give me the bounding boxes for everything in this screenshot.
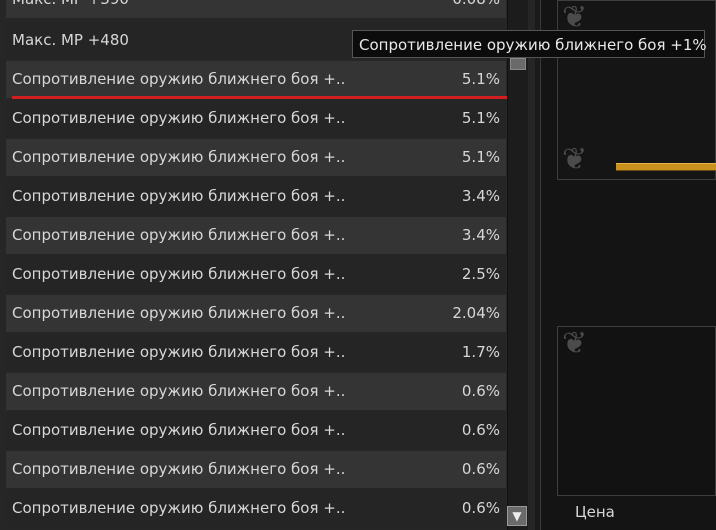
option-list-panel: Макс. MP +390 0.08% Макс. MP +480 Сопрот… [0, 0, 535, 530]
list-item[interactable]: Сопротивление оружию ближнего боя +.. 0.… [6, 490, 506, 527]
option-name: Сопротивление оружию ближнего боя +.. [12, 343, 346, 361]
list-item[interactable]: Сопротивление оружию ближнего боя +.. 3.… [6, 178, 506, 215]
option-chance: 5.1% [461, 148, 500, 166]
option-name: Сопротивление оружию ближнего боя +.. [12, 382, 346, 400]
option-chance: 0.6% [461, 382, 500, 400]
option-chance: 1.7% [461, 343, 500, 361]
list-item[interactable]: Сопротивление оружию ближнего боя +.. 3.… [6, 217, 506, 254]
list-item[interactable]: Сопротивление оружию ближнего боя +.. 0.… [6, 373, 506, 410]
item-slot-frame: ❦ ❦ [557, 0, 716, 180]
tooltip: Сопротивление оружию ближнего боя +1% [352, 30, 707, 58]
list-item[interactable]: Сопротивление оружию ближнего боя +.. 0.… [6, 451, 506, 488]
option-name: Сопротивление оружию ближнего боя +.. [12, 226, 346, 244]
option-chance: 5.1% [461, 70, 500, 88]
list-item[interactable]: Сопротивление оружию ближнего боя +.. 2.… [6, 295, 506, 332]
scrollbar-thumb[interactable] [510, 58, 526, 70]
corner-ornament-icon: ❦ [562, 0, 588, 35]
arrow-down-icon[interactable]: ▼ [507, 506, 527, 526]
option-chance: 3.4% [461, 187, 500, 205]
list-item[interactable]: Сопротивление оружию ближнего боя +.. 5.… [6, 139, 506, 176]
scrollbar[interactable] [507, 0, 528, 530]
option-chance: 0.08% [452, 0, 500, 18]
list-item[interactable]: Сопротивление оружию ближнего боя +.. 0.… [6, 412, 506, 449]
option-name: Макс. MP +480 [12, 31, 129, 49]
option-name: Сопротивление оружию ближнего боя +.. [12, 460, 346, 478]
option-name: Сопротивление оружию ближнего боя +.. [12, 499, 346, 517]
option-chance: 3.4% [461, 226, 500, 244]
list-item[interactable]: Сопротивление оружию ближнего боя +.. 5.… [6, 100, 506, 137]
option-chance: 0.6% [461, 421, 500, 439]
corner-ornament-icon: ❦ [562, 142, 588, 177]
list-item[interactable]: Сопротивление оружию ближнего боя +.. 1.… [6, 334, 506, 371]
list-item[interactable]: Сопротивление оружию ближнего боя +.. 5.… [6, 61, 506, 98]
highlight-underline [12, 96, 523, 99]
list-item[interactable]: Макс. MP +390 0.08% [6, 0, 506, 18]
option-chance: 2.5% [461, 265, 500, 283]
option-chance: 0.6% [461, 499, 500, 517]
option-chance: 2.04% [452, 304, 500, 322]
option-name: Сопротивление оружию ближнего боя +.. [12, 148, 346, 166]
price-label: Цена [575, 503, 615, 521]
list-item[interactable]: Сопротивление оружию ближнего боя +.. 2.… [6, 256, 506, 293]
corner-ornament-icon: ❦ [562, 326, 588, 361]
option-name: Сопротивление оружию ближнего боя +.. [12, 187, 346, 205]
item-info-frame: ❦ [557, 326, 716, 496]
option-name: Макс. MP +390 [12, 0, 129, 18]
option-chance: 5.1% [461, 109, 500, 127]
option-name: Сопротивление оружию ближнего боя +.. [12, 109, 346, 127]
option-name: Сопротивление оружию ближнего боя +.. [12, 304, 346, 322]
option-name: Сопротивление оружию ближнего боя +.. [12, 265, 346, 283]
option-name: Сопротивление оружию ближнего боя +.. [12, 421, 346, 439]
gold-progress-bar [616, 163, 716, 171]
option-name: Сопротивление оружию ближнего боя +.. [12, 70, 346, 88]
option-chance: 0.6% [461, 460, 500, 478]
